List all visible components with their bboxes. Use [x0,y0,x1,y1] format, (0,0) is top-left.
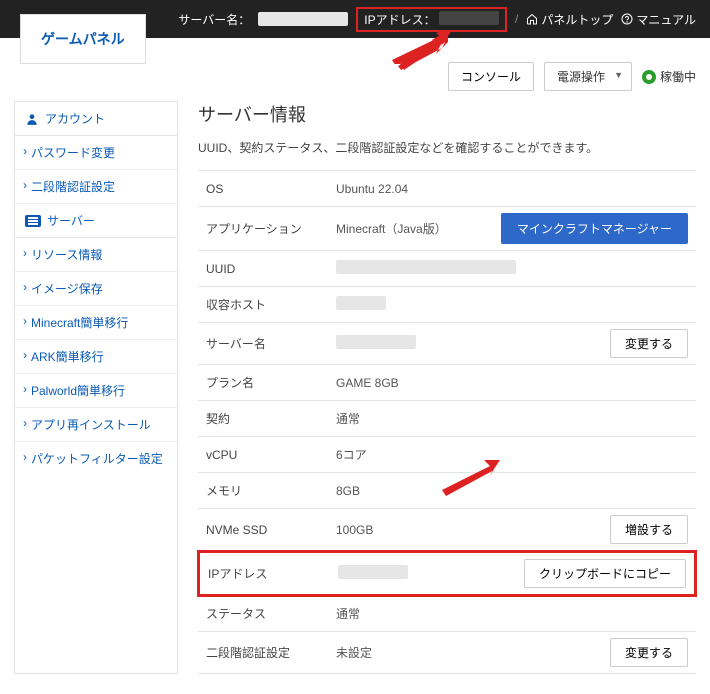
row-status: ステータス通常 [198,596,696,632]
panel-top-link[interactable]: パネルトップ [526,11,613,28]
manual-label: マニュアル [636,11,696,28]
page-description: UUID、契約ステータス、二段階認証設定などを確認することができます。 [198,139,696,156]
main-content: サーバー情報 UUID、契約ステータス、二段階認証設定などを確認することができま… [198,101,696,674]
copy-ip-button[interactable]: クリップボードにコピー [524,559,686,588]
user-icon [25,112,39,126]
ip-value [439,11,499,25]
separator: / [515,12,518,26]
logo[interactable]: ゲームパネル [20,14,146,64]
sidebar-head-server: サーバー [15,204,177,238]
minecraft-manager-button[interactable]: マインクラフトマネージャー [501,213,688,244]
row-os: OSUbuntu 22.04 [198,171,696,207]
change-name-button[interactable]: 変更する [610,329,688,358]
os-label: OS [206,182,336,196]
mfa-row-value: 未設定 [336,644,610,661]
sidebar-head-account: アカウント [15,102,177,136]
app-label: アプリケーション [206,220,336,237]
os-value: Ubuntu 22.04 [336,182,688,196]
host-value [336,296,386,310]
sidebar: アカウント パスワード変更 二段階認証設定 サーバー リソース情報 イメージ保存… [14,101,178,674]
row-name: サーバー名 変更する [198,323,696,365]
power-select[interactable]: 電源操作 [544,62,632,91]
sidebar-item-ark[interactable]: ARK簡単移行 [15,340,177,374]
row-uuid: UUID [198,251,696,287]
status-label: 稼働中 [660,68,696,85]
add-storage-button[interactable]: 増設する [610,515,688,544]
host-label: 収容ホスト [206,296,336,313]
info-table: OSUbuntu 22.04 アプリケーションMinecraft（Java版）マ… [198,170,696,674]
sidebar-item-packet[interactable]: パケットフィルター設定 [15,442,177,475]
row-host: 収容ホスト [198,287,696,323]
status-row-label: ステータス [206,605,336,622]
status-indicator: 稼働中 [642,68,696,85]
plan-label: プラン名 [206,374,336,391]
change-mfa-button[interactable]: 変更する [610,638,688,667]
row-vcpu: vCPU6コア [198,437,696,473]
server-icon [25,215,41,227]
app-value: Minecraft（Java版） [336,220,501,237]
row-plan: プラン名GAME 8GB [198,365,696,401]
header-ip-highlight: IPアドレス： [356,7,507,32]
row-ip: IPアドレス クリップボードにコピー [197,550,697,597]
contract-label: 契約 [206,410,336,427]
sidebar-server-label: サーバー [47,212,95,229]
vcpu-value: 6コア [336,446,688,463]
plan-value: GAME 8GB [336,376,688,390]
mem-value: 8GB [336,484,688,498]
uuid-value [336,260,516,274]
row-contract: 契約通常 [198,401,696,437]
row-app: アプリケーションMinecraft（Java版）マインクラフトマネージャー [198,207,696,251]
status-row-value: 通常 [336,605,688,622]
sidebar-item-palworld[interactable]: Palworld簡単移行 [15,374,177,408]
vcpu-label: vCPU [206,448,336,462]
ip-row-value [338,565,408,579]
mfa-row-label: 二段階認証設定 [206,644,336,661]
console-button[interactable]: コンソール [448,62,534,91]
sidebar-item-password[interactable]: パスワード変更 [15,136,177,170]
name-value [336,335,416,349]
contract-value: 通常 [336,410,688,427]
page-title: サーバー情報 [198,101,696,127]
row-mem: メモリ8GB [198,473,696,509]
home-icon [526,13,538,25]
panel-top-label: パネルトップ [541,11,613,28]
row-mfa: 二段階認証設定未設定変更する [198,632,696,674]
ip-row-label: IPアドレス [208,565,338,582]
sidebar-item-image[interactable]: イメージ保存 [15,272,177,306]
sidebar-item-resource[interactable]: リソース情報 [15,238,177,272]
server-name-value [258,12,348,26]
ip-label: IPアドレス： [364,13,435,27]
ssd-value: 100GB [336,523,610,537]
name-label: サーバー名 [206,335,336,352]
help-icon [621,13,633,25]
sidebar-item-reinstall[interactable]: アプリ再インストール [15,408,177,442]
sidebar-account-label: アカウント [45,110,105,127]
power-icon [642,70,656,84]
sidebar-item-minecraft[interactable]: Minecraft簡単移行 [15,306,177,340]
manual-link[interactable]: マニュアル [621,11,696,28]
uuid-label: UUID [206,262,336,276]
sidebar-item-mfa[interactable]: 二段階認証設定 [15,170,177,204]
server-name-label: サーバー名： [178,11,250,28]
mem-label: メモリ [206,482,336,499]
row-ssd: NVMe SSD100GB増設する [198,509,696,551]
ssd-label: NVMe SSD [206,523,336,537]
